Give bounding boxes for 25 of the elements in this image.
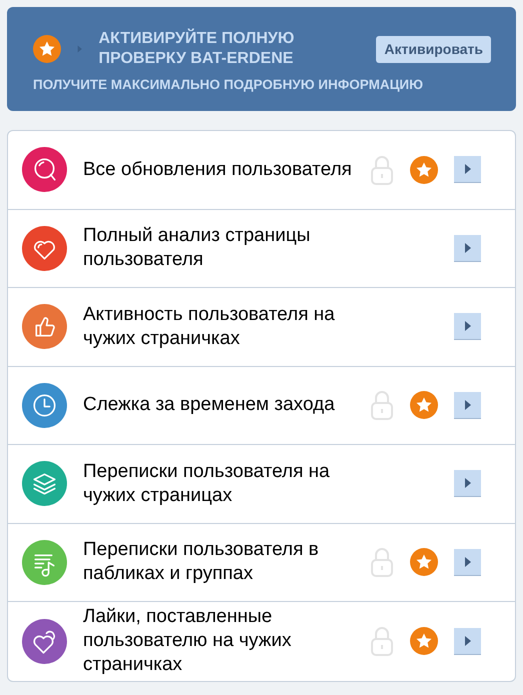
open-button[interactable]: [454, 628, 481, 655]
open-button[interactable]: [454, 156, 481, 184]
open-button[interactable]: [454, 234, 481, 262]
item-title: Переписки пользователя в пабликах и группах: [83, 538, 320, 586]
play-icon: [464, 556, 472, 568]
open-button[interactable]: [454, 313, 481, 340]
activate-button[interactable]: Активировать: [376, 36, 491, 62]
play-icon: [464, 398, 472, 411]
open-button[interactable]: [454, 548, 481, 576]
play-icon: [464, 477, 472, 490]
open-button[interactable]: [454, 470, 481, 498]
play-icon: [464, 242, 472, 254]
play-icon: [464, 634, 472, 647]
banner-title: АКТИВИРУЙТЕ ПОЛНУЮ ПРОВЕРКУ BAT-ERDENE: [98, 29, 296, 69]
item-title: Активность пользователя на чужих страничках: [83, 302, 336, 351]
item-title: Слежка за временем захода: [83, 393, 336, 418]
item-title: Лайки, поставленные пользователю на чужих страничках: [83, 605, 292, 678]
item-title: Полный анализ страницы пользователя: [83, 224, 312, 272]
play-icon: [464, 163, 472, 176]
play-icon: [464, 320, 472, 332]
banner-subtitle: ПОЛУЧИТЕ МАКСИМАЛЬНО ПОДРОБНУЮ ИНФОРМАЦИЮ: [33, 76, 424, 94]
item-title: Переписки пользователя на чужих страницах: [83, 460, 331, 508]
chevron-icon: [77, 43, 83, 55]
open-button[interactable]: [454, 392, 481, 419]
item-title: Все обновления пользователя: [83, 158, 353, 182]
